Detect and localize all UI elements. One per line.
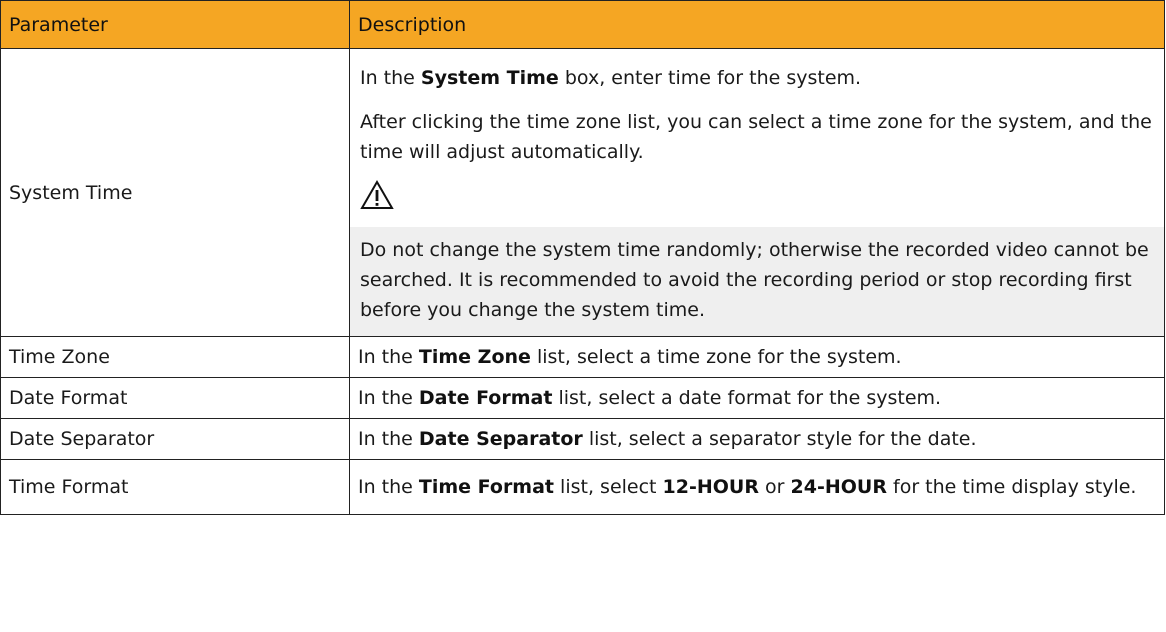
parameter-table: Parameter Description System Time In the… xyxy=(0,0,1165,515)
param-name: System Time xyxy=(0,48,350,337)
param-description: In the Date Format list, select a date f… xyxy=(349,377,1165,419)
text-span: or xyxy=(759,476,791,498)
table-row: Date Separator In the Date Separator lis… xyxy=(0,418,1165,460)
text-span: for the time display style. xyxy=(886,476,1137,498)
param-description: In the System Time box, enter time for t… xyxy=(349,48,1165,337)
table-row: System Time In the System Time box, ente… xyxy=(0,48,1165,337)
param-name: Date Format xyxy=(0,377,350,419)
text-span: list, select a time zone for the system. xyxy=(530,346,902,368)
param-description: In the Time Format list, select 12-HOUR … xyxy=(349,459,1165,515)
text-span: In the xyxy=(358,428,419,450)
description-paragraph: In the System Time box, enter time for t… xyxy=(350,49,1164,93)
warning-note: Do not change the system time randomly; … xyxy=(350,227,1164,336)
table-row: Time Format In the Time Format list, sel… xyxy=(0,459,1165,515)
bold-term: 12-HOUR xyxy=(662,476,759,498)
bold-term: Date Separator xyxy=(418,428,583,450)
table-row: Date Format In the Date Format list, sel… xyxy=(0,377,1165,419)
param-name: Time Zone xyxy=(0,336,350,378)
bold-term: Time Zone xyxy=(418,346,531,368)
bold-term: Time Format xyxy=(418,476,555,498)
text-span: In the xyxy=(360,67,421,89)
description-paragraph: After clicking the time zone list, you c… xyxy=(360,111,1152,163)
warning-triangle-icon xyxy=(360,179,394,215)
header-parameter: Parameter xyxy=(0,0,350,49)
text-span: list, select a date format for the syste… xyxy=(552,387,942,409)
text-span: In the xyxy=(358,387,419,409)
text-span: list, select xyxy=(554,476,663,498)
param-description: In the Date Separator list, select a sep… xyxy=(349,418,1165,460)
header-description: Description xyxy=(349,0,1165,49)
text-span: In the xyxy=(358,346,419,368)
text-span: list, select a separator style for the d… xyxy=(582,428,977,450)
warning-icon-row xyxy=(350,167,1164,227)
bold-term: Date Format xyxy=(418,387,553,409)
param-name: Time Format xyxy=(0,459,350,515)
text-span: box, enter time for the system. xyxy=(558,67,862,89)
param-name: Date Separator xyxy=(0,418,350,460)
text-span: In the xyxy=(358,476,419,498)
param-description: In the Time Zone list, select a time zon… xyxy=(349,336,1165,378)
bold-term: System Time xyxy=(420,67,559,89)
table-row: Time Zone In the Time Zone list, select … xyxy=(0,336,1165,378)
table-header-row: Parameter Description xyxy=(0,0,1165,49)
bold-term: 24-HOUR xyxy=(790,476,887,498)
